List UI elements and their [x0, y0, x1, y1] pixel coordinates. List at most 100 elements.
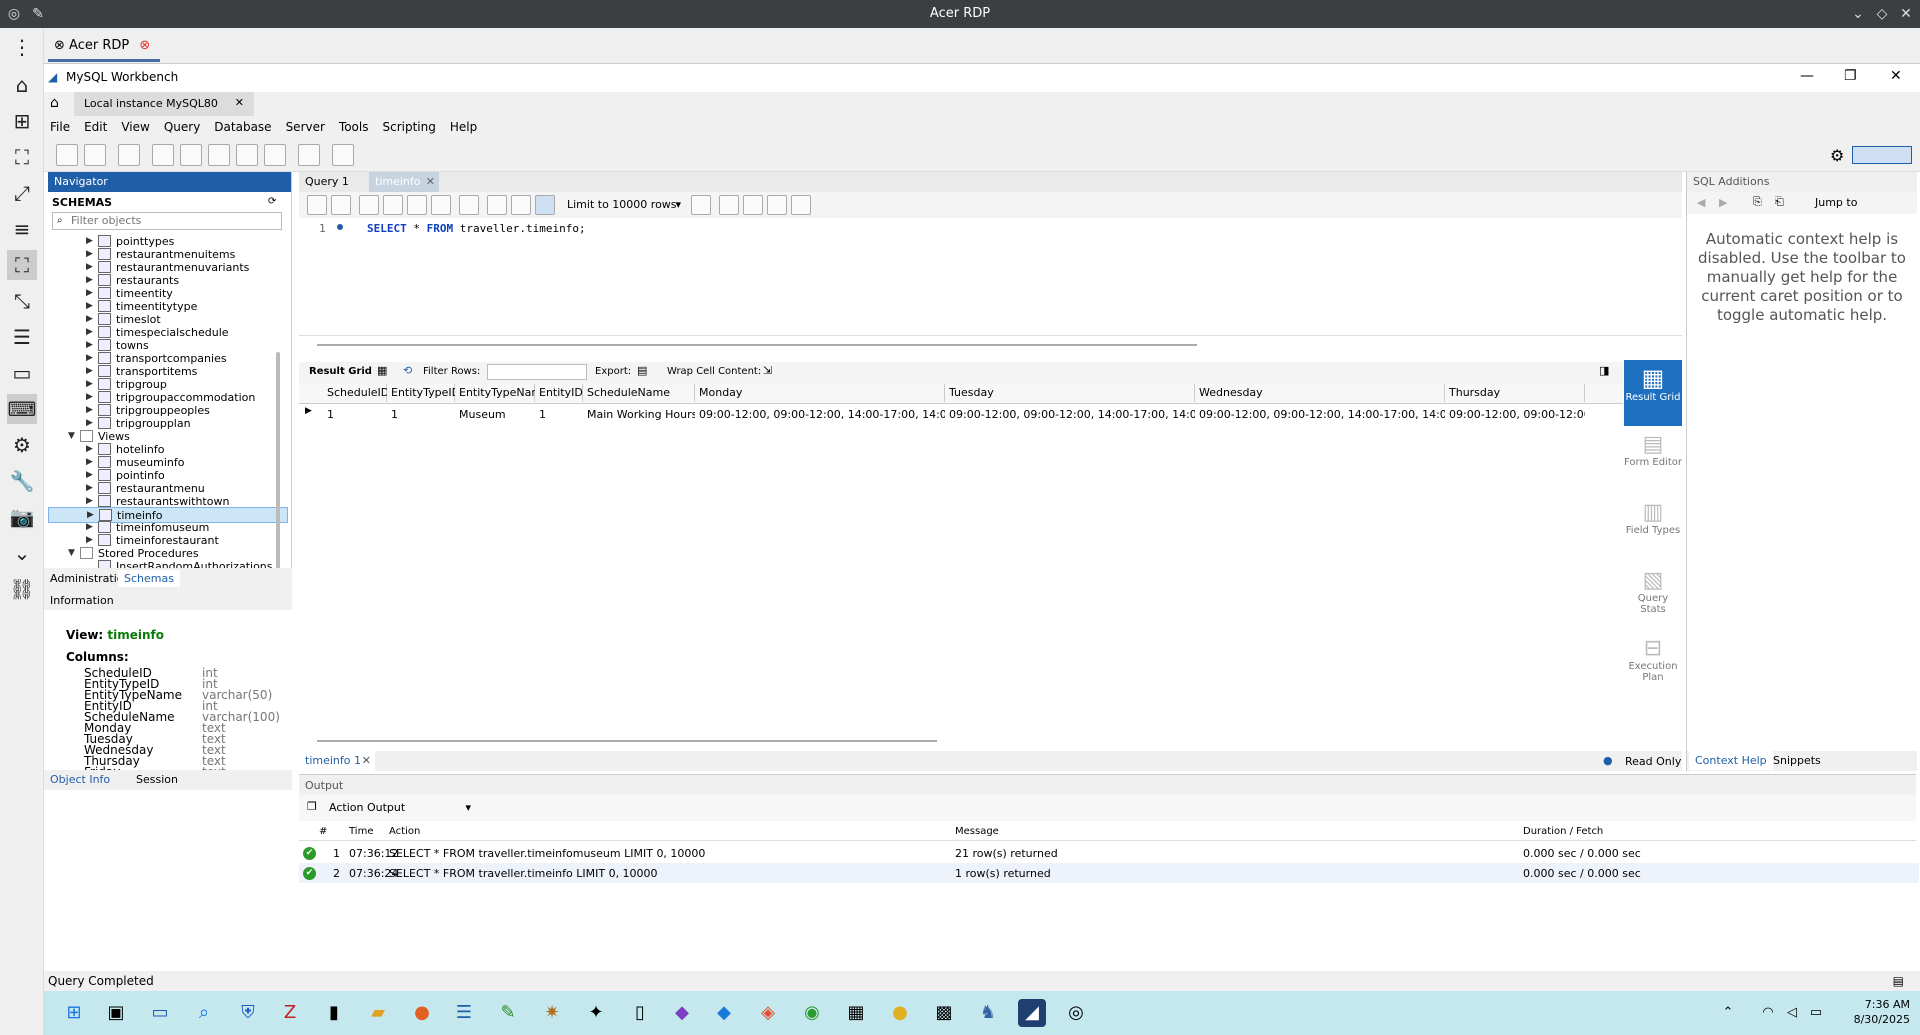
stop-icon[interactable]	[431, 195, 451, 215]
chevron-right-icon[interactable]: ▶	[86, 483, 93, 493]
output-type-select[interactable]: Action Output ▾	[325, 798, 475, 818]
create-table-icon[interactable]	[180, 144, 202, 166]
wrench-icon[interactable]: 🔧	[7, 466, 37, 496]
grid-column-header[interactable]: EntityTypeName	[455, 384, 549, 402]
chevron-right-icon[interactable]: ▶	[86, 535, 93, 545]
settings-icon[interactable]: ⚙	[1830, 146, 1844, 165]
back-icon[interactable]: ◀	[1697, 196, 1705, 209]
add-connection-icon[interactable]: ⊞	[7, 106, 37, 136]
more-vertical-icon[interactable]: ⋮	[7, 32, 37, 62]
settings-icon[interactable]: ⚙	[7, 430, 37, 460]
list-icon[interactable]: ☰	[7, 322, 37, 352]
limit-rows-select[interactable]: Limit to 10000 rows ▾	[563, 195, 683, 215]
disconnect-icon[interactable]: ⛓	[7, 574, 37, 604]
git-icon[interactable]: ◈	[754, 999, 782, 1027]
menu-query[interactable]: Query	[158, 116, 208, 134]
rollback-icon[interactable]	[511, 195, 531, 215]
scale-icon[interactable]: ⛶	[7, 250, 37, 280]
chevron-right-icon[interactable]: ▶	[86, 353, 93, 363]
wrap-lines-icon[interactable]	[791, 195, 811, 215]
menu-server[interactable]: Server	[280, 116, 333, 134]
minimize-icon[interactable]: —	[1800, 68, 1814, 84]
connection-tab[interactable]: Local instance MySQL80 ✕	[74, 92, 254, 116]
auto-help-icon[interactable]: ⎗	[1775, 195, 1784, 209]
postgres-icon[interactable]: ♞	[974, 999, 1002, 1027]
shield-icon[interactable]: ⛨	[234, 999, 262, 1027]
resize-icon[interactable]: ⤡	[7, 286, 37, 316]
status-panel-icon[interactable]: ▤	[1893, 974, 1904, 988]
close-tab-icon[interactable]: ⊗	[139, 38, 150, 53]
search-app-icon[interactable]: ⌕	[190, 999, 218, 1027]
sql-editor[interactable]: 1 SELECT * FROM traveller.timeinfo;	[299, 218, 1682, 346]
new-sql-tab-icon[interactable]	[56, 144, 78, 166]
result-tab[interactable]: timeinfo 1 ✕	[299, 751, 375, 771]
rdp-session-tab[interactable]: ⊗ Acer RDP ⊗	[48, 32, 160, 62]
fit-screen-icon[interactable]: ⛶	[7, 142, 37, 172]
refresh-icon[interactable]: ⟲	[403, 364, 412, 377]
chevron-down-icon[interactable]: ⌄	[7, 538, 37, 568]
form-editor-button[interactable]: ▤ Form Editor	[1624, 432, 1682, 468]
terminal-icon[interactable]: ▮	[320, 999, 348, 1027]
chevron-right-icon[interactable]: ▶	[86, 366, 93, 376]
copy-icon[interactable]: ❐	[307, 800, 317, 813]
chevron-right-icon[interactable]: ▶	[86, 301, 93, 311]
vscode-icon[interactable]: ◆	[710, 999, 738, 1027]
beautify-icon[interactable]	[719, 195, 739, 215]
home-icon[interactable]: ⌂	[50, 95, 59, 111]
add-snippet-icon[interactable]	[691, 195, 711, 215]
chevron-right-icon[interactable]: ▶	[86, 457, 93, 467]
explain-icon[interactable]	[407, 195, 427, 215]
chrome-icon[interactable]: ◉	[798, 999, 826, 1027]
clock[interactable]: 7:36 AM 8/30/2025	[1840, 997, 1910, 1027]
execute-current-icon[interactable]	[383, 195, 403, 215]
chevron-down-icon[interactable]: ⌄	[1848, 4, 1868, 24]
network-app-icon[interactable]: ▦	[842, 999, 870, 1027]
close-tab-icon[interactable]: ✕	[235, 96, 244, 109]
firefox-icon[interactable]: ●	[408, 999, 436, 1027]
task-view-icon[interactable]: ▣	[102, 999, 130, 1027]
chevron-down-icon[interactable]: ▼	[68, 431, 75, 441]
grid-cell[interactable]: 1	[535, 406, 583, 424]
invisible-chars-icon[interactable]	[767, 195, 787, 215]
tool-app-icon[interactable]: ✷	[538, 999, 566, 1027]
close-tab-icon[interactable]: ✕	[426, 175, 435, 188]
grid-cell[interactable]: 09:00-12:00, 09:00-12:00, 14:00-17:00, 1…	[1195, 406, 1445, 424]
grid-cell[interactable]: Museum	[455, 406, 535, 424]
monitor-app-icon[interactable]: ▭	[146, 999, 174, 1027]
tab-query-1[interactable]: Query 1	[305, 175, 349, 188]
chevron-right-icon[interactable]: ▶	[86, 522, 93, 532]
close-tab-icon[interactable]: ✕	[362, 754, 371, 767]
chevron-right-icon[interactable]: ▶	[86, 392, 93, 402]
install-app-icon[interactable]: ▩	[930, 999, 958, 1027]
folder-icon[interactable]: ▰	[364, 999, 392, 1027]
tab-timeinfo[interactable]: timeinfo ✕	[369, 172, 439, 192]
export-icon[interactable]: ▤	[637, 364, 647, 377]
jump-to-select[interactable]: Jump to	[1815, 196, 1857, 209]
visual-studio-icon[interactable]: ◆	[668, 999, 696, 1027]
output-row[interactable]: ✔ 2 07:36:24 SELECT * FROM traveller.timein…	[299, 863, 1919, 883]
grid-column-header[interactable]: ScheduleName	[583, 384, 695, 402]
commit-icon[interactable]	[487, 195, 507, 215]
grid-cell[interactable]: 09:00-12:00, 09:00-12:00, 14:00-17:00, 1…	[695, 406, 945, 424]
chevron-right-icon[interactable]: ▶	[86, 288, 93, 298]
camera-icon[interactable]: 📷	[7, 502, 37, 532]
chevron-right-icon[interactable]: ▶	[86, 340, 93, 350]
create-view-icon[interactable]	[208, 144, 230, 166]
create-function-icon[interactable]	[264, 144, 286, 166]
execution-plan-button[interactable]: ⊟ Execution Plan	[1624, 636, 1682, 683]
menu-file[interactable]: File	[44, 116, 78, 134]
open-file-icon[interactable]	[307, 195, 327, 215]
output-row[interactable]: ✔ 1 07:36:12 SELECT * FROM traveller.timein…	[299, 843, 1919, 863]
chevron-right-icon[interactable]: ▶	[86, 444, 93, 454]
wrap-cell-icon[interactable]: ⇲	[763, 364, 772, 377]
filter-objects-input[interactable]	[71, 214, 271, 227]
menu-edit[interactable]: Edit	[78, 116, 115, 134]
chevron-right-icon[interactable]: ▶	[86, 314, 93, 324]
chevron-right-icon[interactable]: ▶	[86, 496, 93, 506]
menu-view[interactable]: View	[115, 116, 157, 134]
menu-database[interactable]: Database	[208, 116, 279, 134]
chevron-right-icon[interactable]: ▶	[86, 262, 93, 272]
chevron-right-icon[interactable]: ▶	[86, 405, 93, 415]
result-grid-button[interactable]: ▦ Result Grid	[1624, 360, 1682, 426]
grid-column-header[interactable]: ScheduleID	[323, 384, 389, 402]
